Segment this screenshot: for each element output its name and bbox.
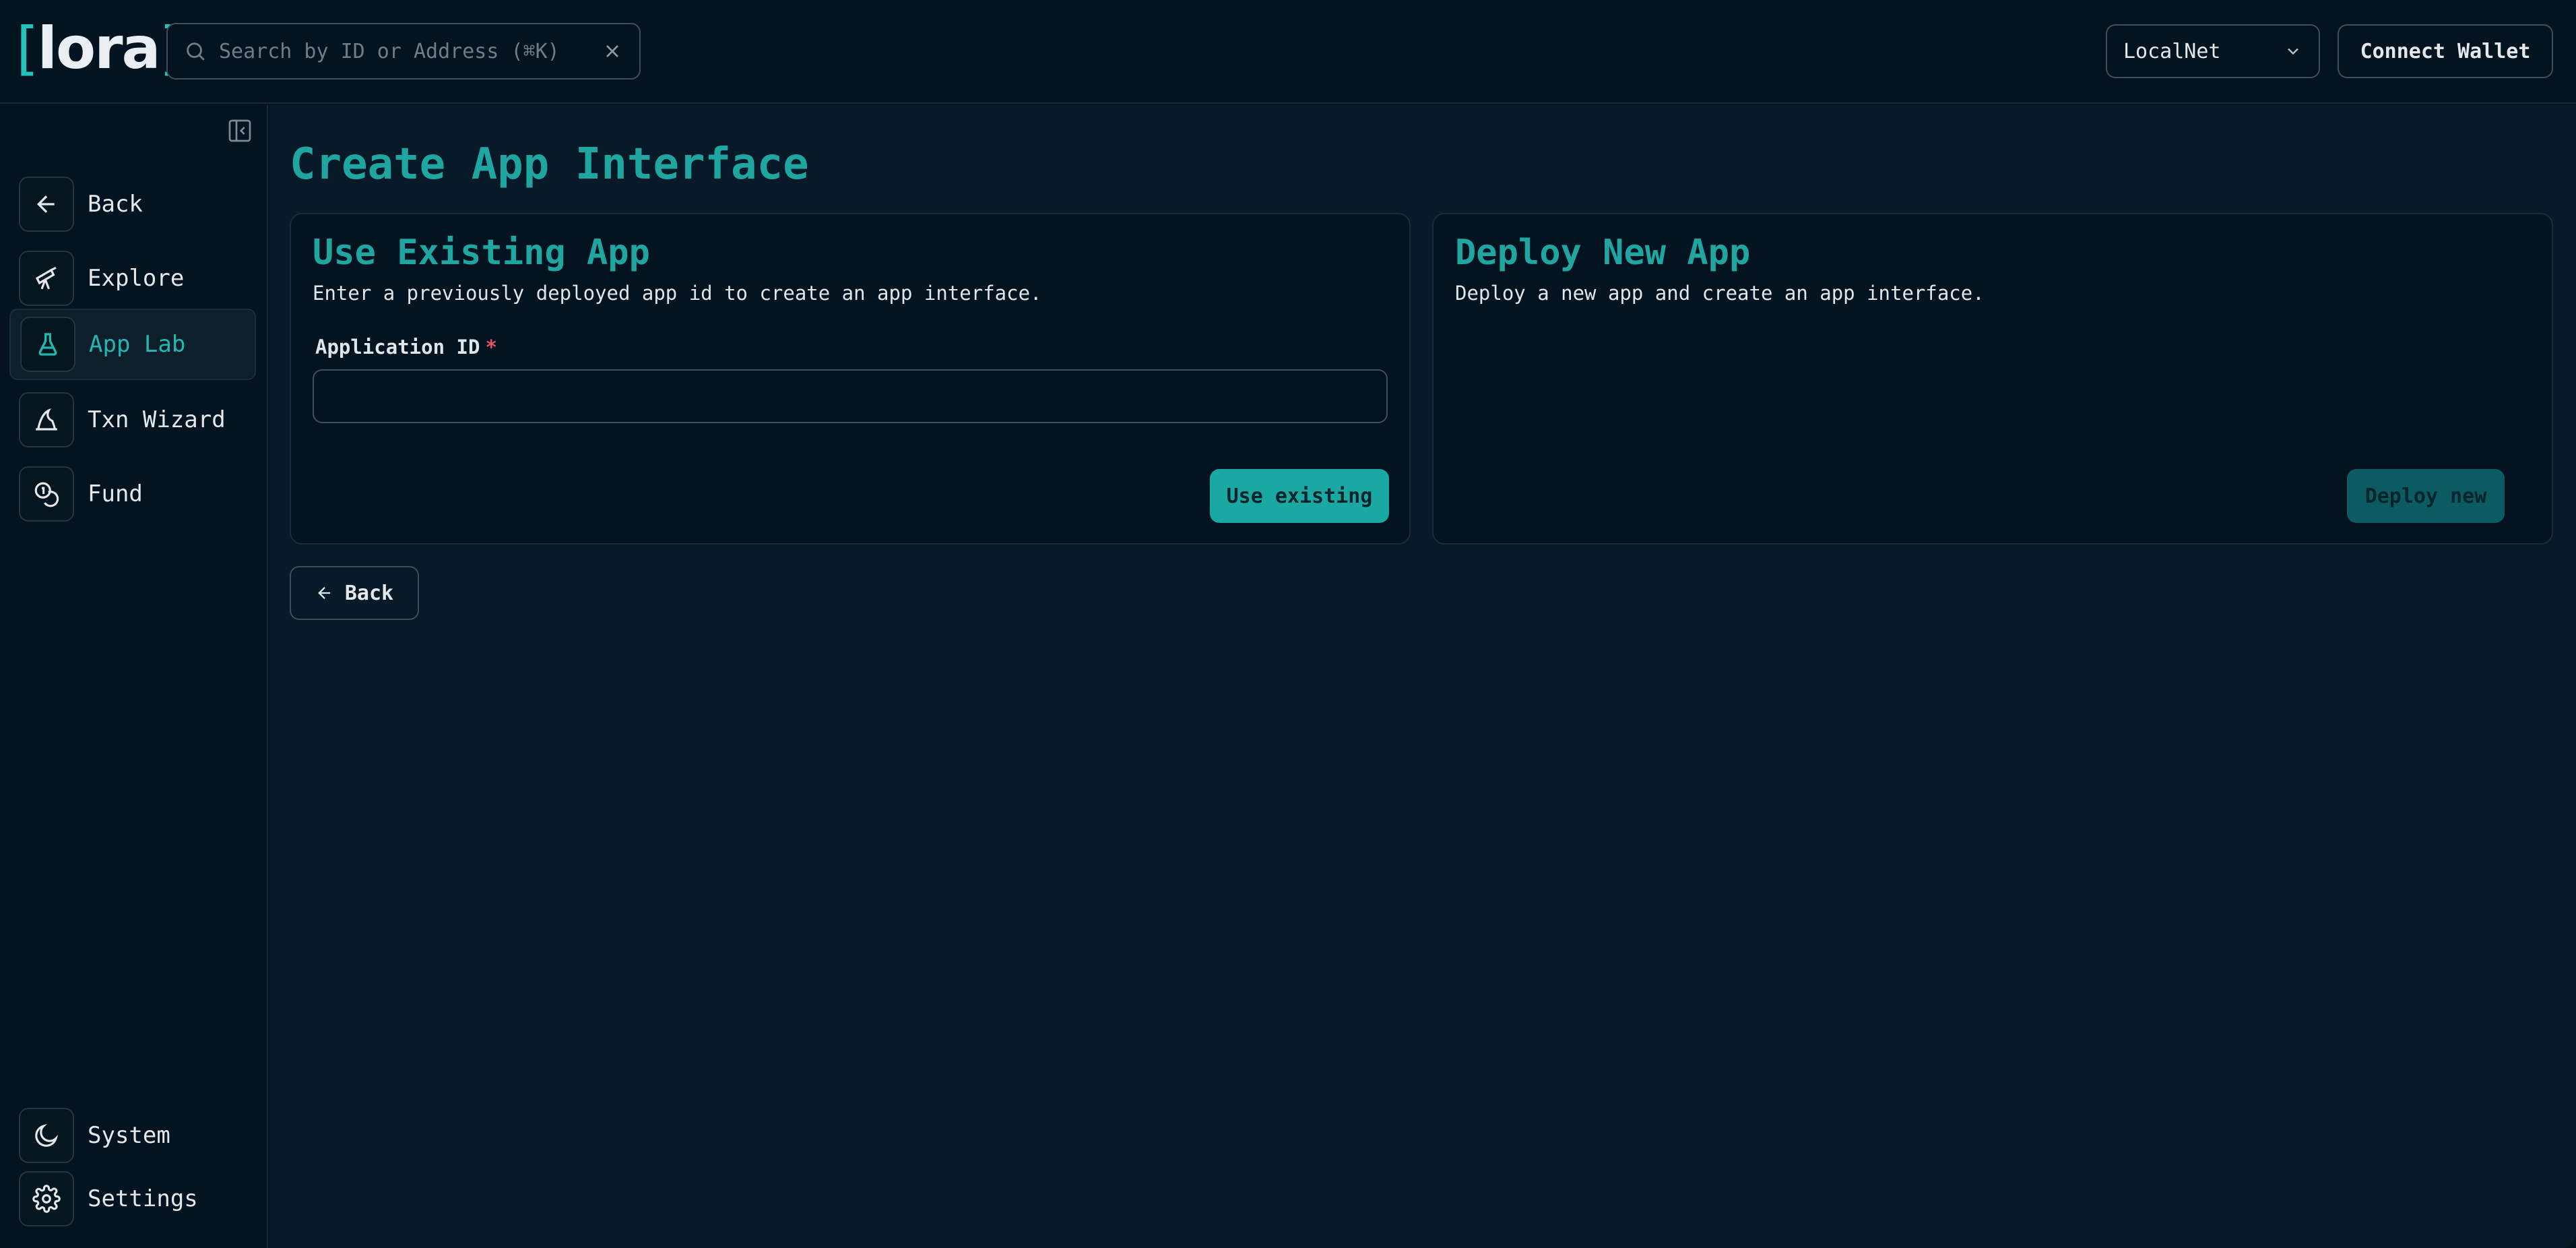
- search-box[interactable]: Search by ID or Address (⌘K): [166, 23, 641, 80]
- coins-icon: [34, 482, 59, 507]
- app-window: [ lora ] Search by ID or Address (⌘K) Lo…: [0, 0, 2576, 1248]
- sidebar-item-label: Settings: [88, 1185, 198, 1212]
- sidebar-item-settings[interactable]: Settings: [9, 1163, 256, 1235]
- sidebar-item-app-lab[interactable]: App Lab: [9, 309, 256, 380]
- main-content: Create App Interface Use Existing App En…: [269, 105, 2576, 1248]
- card-description: Enter a previously deployed app id to cr…: [313, 282, 1042, 305]
- sidebar-item-back[interactable]: Back: [9, 168, 256, 240]
- search-input[interactable]: Search by ID or Address (⌘K): [219, 40, 602, 63]
- card-description: Deploy a new app and create an app inter…: [1455, 282, 1985, 305]
- sidebar: Back Explore App Lab Txn Wizard Fund Sys…: [0, 105, 268, 1248]
- lora-logo[interactable]: [ lora ]: [16, 15, 182, 82]
- nav-icon-box: [19, 392, 74, 447]
- page-title: Create App Interface: [290, 139, 809, 189]
- sidebar-item-explore[interactable]: Explore: [9, 243, 256, 314]
- sidebar-item-theme-system[interactable]: System: [9, 1100, 256, 1171]
- sidebar-item-label: Txn Wizard: [88, 406, 226, 433]
- flask-icon: [38, 333, 57, 356]
- sidebar-item-label: Explore: [88, 265, 185, 292]
- network-select[interactable]: LocalNet: [2106, 24, 2320, 78]
- sidebar-item-txn-wizard[interactable]: Txn Wizard: [9, 384, 256, 456]
- card-title: Deploy New App: [1455, 232, 1751, 273]
- sidebar-item-label: App Lab: [89, 331, 186, 358]
- moon-icon: [35, 1123, 59, 1147]
- application-id-label: Application ID *: [315, 336, 497, 358]
- logo-bracket-left: [: [16, 15, 39, 82]
- back-button-label: Back: [344, 581, 394, 605]
- application-id-label-text: Application ID: [315, 336, 480, 358]
- nav-icon-box: [20, 317, 75, 372]
- deploy-new-app-card: Deploy New App Deploy a new app and crea…: [1432, 213, 2553, 544]
- use-existing-app-card: Use Existing App Enter a previously depl…: [290, 213, 1411, 544]
- card-title: Use Existing App: [313, 232, 650, 273]
- connect-wallet-button[interactable]: Connect Wallet: [2338, 24, 2553, 78]
- telescope-icon: [35, 266, 57, 290]
- clear-search-icon[interactable]: [602, 40, 623, 62]
- chevron-down-icon: [2288, 48, 2298, 55]
- deploy-new-button[interactable]: Deploy new: [2347, 469, 2505, 523]
- top-bar: [ lora ] Search by ID or Address (⌘K) Lo…: [0, 0, 2576, 104]
- nav-icon-box: [19, 1108, 74, 1163]
- nav-icon-box: [19, 251, 74, 306]
- sidebar-item-fund[interactable]: Fund: [9, 458, 256, 530]
- sidebar-item-label: Back: [88, 191, 143, 218]
- application-id-input[interactable]: [313, 369, 1388, 423]
- arrow-left-icon: [36, 195, 55, 213]
- sidebar-item-label: Fund: [88, 480, 143, 507]
- required-mark: *: [485, 336, 497, 358]
- network-select-value: LocalNet: [2123, 39, 2221, 63]
- gear-icon: [32, 1185, 61, 1213]
- sidebar-item-label: System: [88, 1122, 170, 1149]
- search-icon: [187, 42, 205, 61]
- collapse-sidebar-icon[interactable]: [226, 117, 253, 144]
- nav-icon-box: [19, 466, 74, 522]
- nav-icon-box: [19, 177, 74, 232]
- use-existing-button[interactable]: Use existing: [1210, 469, 1389, 523]
- logo-text: lora: [37, 15, 161, 82]
- arrow-left-icon: [318, 587, 331, 599]
- back-button[interactable]: Back: [290, 566, 419, 620]
- wizard-hat-icon: [36, 408, 57, 431]
- nav-icon-box: [19, 1171, 74, 1226]
